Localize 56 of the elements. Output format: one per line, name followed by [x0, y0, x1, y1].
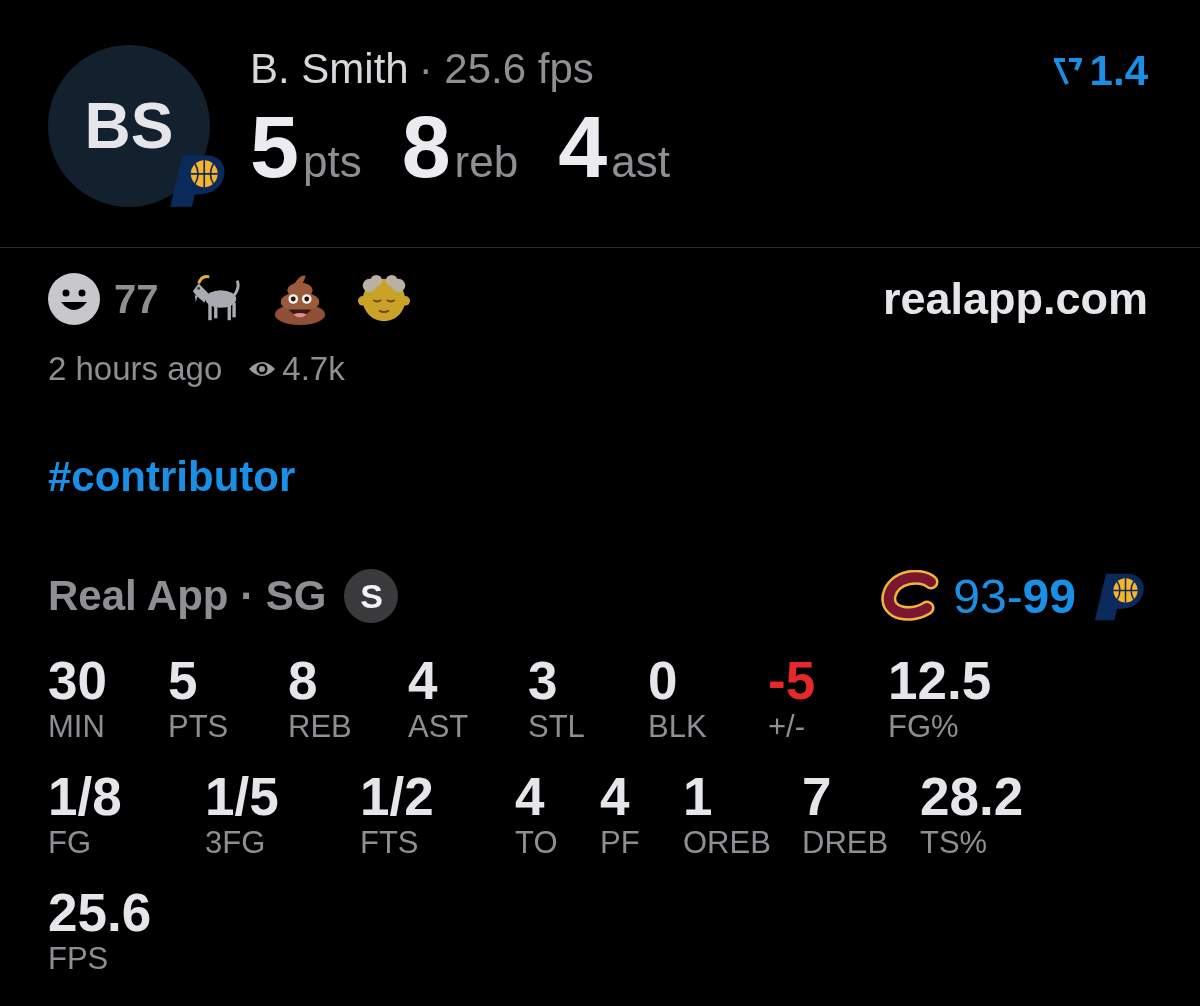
stat-value: 5 — [168, 653, 198, 709]
game-score: 93-99 — [953, 568, 1076, 624]
stat-value: 25.6 — [48, 885, 152, 941]
total-value: 8 — [401, 103, 451, 191]
total-value: 4 — [558, 103, 608, 191]
total-value: 5 — [250, 103, 299, 191]
stat-value: 30 — [48, 653, 107, 709]
player-fps: · 25.6 fps — [418, 45, 594, 93]
triangle-icon — [1051, 56, 1082, 86]
player-name: B. Smith — [250, 45, 409, 93]
eye-icon — [248, 359, 277, 379]
stat-value: -5 — [768, 653, 816, 709]
stat-value: 1 — [683, 769, 713, 825]
stat-label: FPS — [48, 941, 109, 977]
stat-value: 8 — [288, 653, 318, 709]
stat-label: FTS — [360, 825, 419, 861]
stat-label: REB — [288, 709, 352, 745]
rating-value: 1.4 — [1089, 47, 1148, 95]
stat-label: BLK — [648, 709, 707, 745]
stat-label: PTS — [168, 709, 229, 745]
view-count: 4.7k — [282, 350, 345, 388]
stat-value: 12.5 — [888, 653, 992, 709]
total-unit: pts — [302, 136, 362, 188]
stat-value: 1/8 — [48, 769, 122, 825]
hashtag-link[interactable]: #contributor — [48, 453, 296, 501]
add-reaction-smiley-icon[interactable] — [48, 273, 100, 325]
stat-value: 3 — [528, 653, 558, 709]
stat-value: 28.2 — [920, 769, 1024, 825]
stat-label: FG — [48, 825, 92, 861]
source-domain: realapp.com — [882, 273, 1148, 325]
stat-value: 4 — [600, 769, 630, 825]
letter-badge: S — [344, 569, 399, 623]
stat-value: 1/2 — [360, 769, 434, 825]
stat-value: 4 — [408, 653, 438, 709]
posted-time: 2 hours ago — [48, 350, 223, 388]
avatar-initials: BS — [84, 89, 174, 163]
reaction-count: 77 — [114, 276, 159, 322]
team-position: Real App · SG — [48, 572, 327, 620]
stat-label: MIN — [48, 709, 105, 745]
stat-label: AST — [408, 709, 469, 745]
stat-label: STL — [528, 709, 585, 745]
stat-label: TO — [515, 825, 558, 861]
stat-value: 4 — [515, 769, 545, 825]
stat-value: 7 — [802, 769, 832, 825]
stat-value: 1/5 — [205, 769, 279, 825]
stat-label: TS% — [920, 825, 988, 861]
stat-label: PF — [600, 825, 640, 861]
stat-label: FG% — [888, 709, 959, 745]
total-unit: ast — [611, 136, 670, 188]
stat-label: +/- — [768, 709, 806, 745]
stat-label: OREB — [683, 825, 771, 861]
total-unit: reb — [454, 136, 519, 188]
stat-label: 3FG — [205, 825, 266, 861]
opponent-logo-icon — [881, 570, 940, 622]
stat-label: DREB — [802, 825, 889, 861]
stat-value: 0 — [648, 653, 678, 709]
